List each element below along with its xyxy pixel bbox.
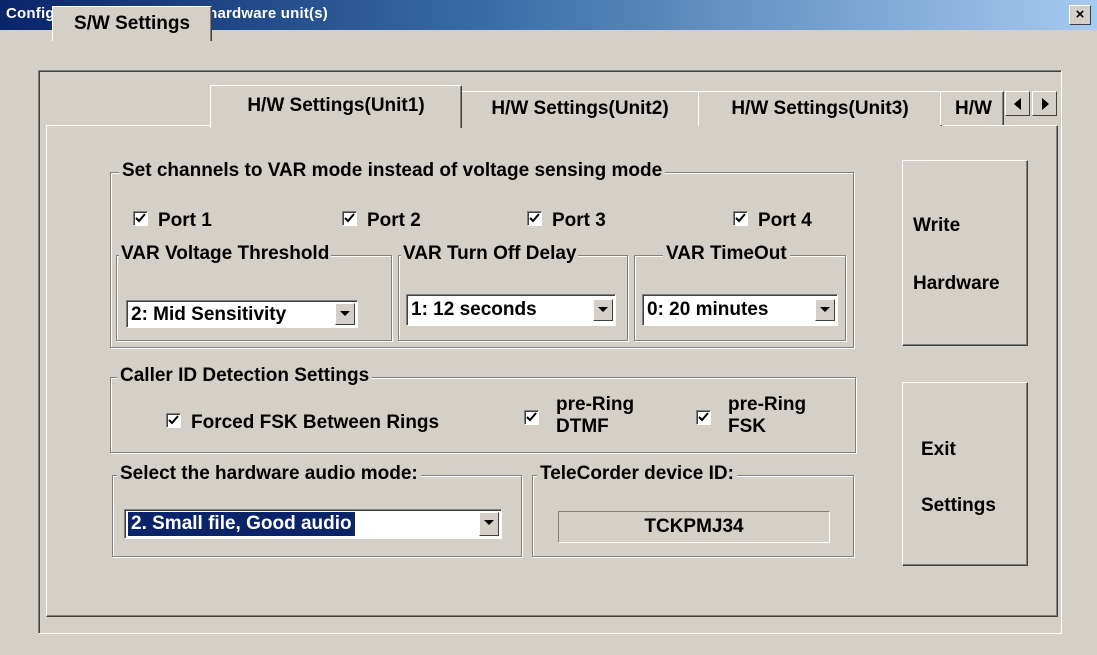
var-timeout-legend: VAR TimeOut bbox=[663, 242, 790, 266]
checkbox-box bbox=[166, 413, 181, 429]
left-arrow-icon bbox=[1014, 98, 1021, 110]
checkbox-box bbox=[527, 211, 542, 227]
dropdown-button[interactable] bbox=[479, 512, 499, 536]
tab-scroll-right-button[interactable] bbox=[1032, 91, 1057, 116]
dropdown-button[interactable] bbox=[335, 303, 355, 325]
tab-scroll-arrows bbox=[1005, 91, 1059, 116]
port2-label: Port 2 bbox=[367, 210, 421, 231]
device-id-legend: TeleCorder device ID: bbox=[537, 462, 737, 486]
tab-hw-settings-unit1[interactable]: H/W Settings(Unit1) bbox=[210, 85, 462, 128]
pre-ring-dtmf-checkbox[interactable]: pre-Ring DTMF bbox=[524, 394, 634, 438]
hardware-label: Hardware bbox=[913, 273, 1000, 294]
port1-checkbox[interactable]: Port 1 bbox=[133, 210, 212, 232]
checkmark-icon bbox=[529, 213, 540, 223]
tab-hw-settings-unit4[interactable]: H/W bbox=[940, 91, 1004, 125]
checkmark-icon bbox=[344, 213, 355, 223]
audio-mode-select[interactable]: 2. Small file, Good audio bbox=[124, 509, 502, 539]
var-turnoff-select[interactable]: 1: 12 seconds bbox=[406, 294, 616, 326]
tab-hw-settings-unit2[interactable]: H/W Settings(Unit2) bbox=[460, 91, 700, 126]
var-turnoff-legend: VAR Turn Off Delay bbox=[401, 242, 579, 266]
var-threshold-select[interactable]: 2: Mid Sensitivity bbox=[126, 300, 358, 328]
audio-mode-value: 2. Small file, Good audio bbox=[128, 512, 355, 536]
var-turnoff-value: 1: 12 seconds bbox=[411, 299, 537, 320]
var-threshold-value: 2: Mid Sensitivity bbox=[131, 304, 287, 325]
audio-mode-legend: Select the hardware audio mode: bbox=[117, 462, 421, 486]
settings-label: Settings bbox=[921, 495, 996, 516]
forced-fsk-label: Forced FSK Between Rings bbox=[191, 412, 440, 433]
port3-checkbox[interactable]: Port 3 bbox=[527, 210, 606, 232]
pre-ring-fsk-checkbox[interactable]: pre-Ring FSK bbox=[696, 394, 806, 438]
close-button[interactable]: × bbox=[1069, 5, 1091, 25]
checkmark-icon bbox=[698, 412, 709, 422]
checkbox-box bbox=[524, 410, 539, 425]
close-icon: × bbox=[1075, 6, 1085, 23]
exit-settings-button[interactable]: Exit Settings bbox=[902, 382, 1028, 566]
exit-label: Exit bbox=[921, 439, 956, 460]
pre-ring-dtmf-label-2: DTMF bbox=[556, 416, 609, 437]
checkmark-icon bbox=[168, 415, 179, 425]
port1-label: Port 1 bbox=[158, 210, 212, 231]
port4-checkbox[interactable]: Port 4 bbox=[733, 210, 812, 232]
write-hardware-button[interactable]: Write Hardware bbox=[902, 160, 1028, 346]
chevron-down-icon bbox=[340, 311, 350, 316]
checkmark-icon bbox=[735, 213, 746, 223]
caller-id-legend: Caller ID Detection Settings bbox=[117, 364, 373, 388]
port4-label: Port 4 bbox=[758, 210, 812, 231]
pre-ring-fsk-label-2: FSK bbox=[728, 416, 766, 437]
chevron-down-icon bbox=[598, 307, 608, 312]
var-threshold-legend: VAR Voltage Threshold bbox=[119, 242, 332, 266]
var-timeout-value: 0: 20 minutes bbox=[647, 299, 769, 320]
tab-hw-settings-unit3[interactable]: H/W Settings(Unit3) bbox=[698, 91, 942, 126]
var-timeout-select[interactable]: 0: 20 minutes bbox=[642, 294, 838, 326]
chevron-down-icon bbox=[484, 520, 494, 525]
checkbox-box bbox=[133, 211, 148, 227]
right-arrow-icon bbox=[1042, 98, 1049, 110]
checkmark-icon bbox=[526, 412, 537, 422]
checkbox-box bbox=[696, 410, 711, 425]
tab-sw-settings[interactable]: S/W Settings bbox=[52, 6, 212, 41]
port2-checkbox[interactable]: Port 2 bbox=[342, 210, 421, 232]
var-mode-legend: Set channels to VAR mode instead of volt… bbox=[119, 159, 666, 183]
checkbox-box bbox=[342, 211, 357, 227]
var-threshold-group: VAR Voltage Threshold bbox=[116, 242, 392, 341]
chevron-down-icon bbox=[820, 307, 830, 312]
checkbox-box bbox=[733, 211, 748, 227]
pre-ring-fsk-label-1: pre-Ring bbox=[728, 394, 807, 415]
dropdown-button[interactable] bbox=[815, 299, 835, 321]
forced-fsk-checkbox[interactable]: Forced FSK Between Rings bbox=[166, 412, 439, 434]
pre-ring-dtmf-label-1: pre-Ring bbox=[556, 394, 635, 415]
tab-scroll-left-button[interactable] bbox=[1005, 91, 1030, 116]
write-label: Write bbox=[913, 215, 961, 236]
dropdown-button[interactable] bbox=[593, 299, 613, 321]
checkmark-icon bbox=[135, 213, 146, 223]
port3-label: Port 3 bbox=[552, 210, 606, 231]
device-id-field: TCKPMJ34 bbox=[558, 511, 830, 543]
